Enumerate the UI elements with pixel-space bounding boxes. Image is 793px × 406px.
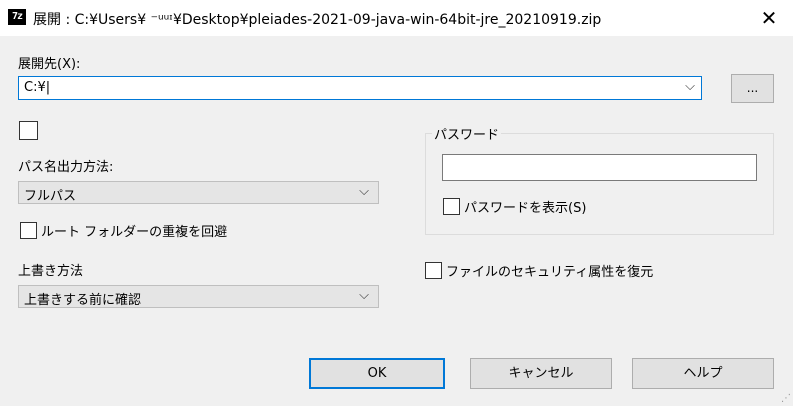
chevron-down-icon: ⌵ xyxy=(359,288,369,303)
overwrite-label: 上書き方法 xyxy=(18,264,84,279)
destination-combobox[interactable]: C:¥| ⌵ xyxy=(18,76,702,100)
overwrite-select[interactable]: 上書きする前に確認 ⌵ xyxy=(18,285,379,308)
ok-button[interactable]: OK xyxy=(309,358,445,389)
chevron-down-icon: ⌵ xyxy=(359,184,369,199)
avoid-root-dup-checkbox[interactable] xyxy=(20,222,37,239)
restore-security-checkbox[interactable] xyxy=(425,262,442,279)
cancel-button[interactable]: キャンセル xyxy=(470,358,612,389)
destination-label: 展開先(X): xyxy=(18,57,81,72)
close-icon: ✕ xyxy=(760,6,778,30)
password-group-label: パスワード xyxy=(432,124,502,143)
password-input[interactable] xyxy=(442,154,757,181)
show-password-label[interactable]: パスワードを表示(S) xyxy=(464,197,586,216)
path-output-value: フルパス xyxy=(24,189,77,204)
window-title: 展開 : C:¥Users¥ ⁻ᵘᵘᶦ¥Desktop¥pleiades-202… xyxy=(33,12,602,28)
7zip-app-icon: 7z xyxy=(8,9,26,25)
help-button[interactable]: ヘルプ xyxy=(632,358,774,389)
avoid-root-dup-label[interactable]: ルート フォルダーの重複を回避 xyxy=(41,221,227,240)
unlabeled-checkbox[interactable] xyxy=(19,121,38,140)
path-output-select[interactable]: フルパス ⌵ xyxy=(18,181,379,204)
resize-grip-icon[interactable]: ⋰ xyxy=(781,393,791,404)
chevron-down-icon[interactable]: ⌵ xyxy=(685,79,695,94)
browse-button[interactable]: ... xyxy=(731,74,774,103)
password-groupbox xyxy=(425,133,774,235)
path-output-label: パス名出力方法: xyxy=(18,160,114,175)
close-button[interactable]: ✕ xyxy=(746,0,792,36)
restore-security-label[interactable]: ファイルのセキュリティ属性を復元 xyxy=(446,261,653,280)
overwrite-value: 上書きする前に確認 xyxy=(24,293,142,308)
show-password-checkbox[interactable] xyxy=(443,198,460,215)
destination-input-value[interactable]: C:¥| xyxy=(24,80,50,95)
